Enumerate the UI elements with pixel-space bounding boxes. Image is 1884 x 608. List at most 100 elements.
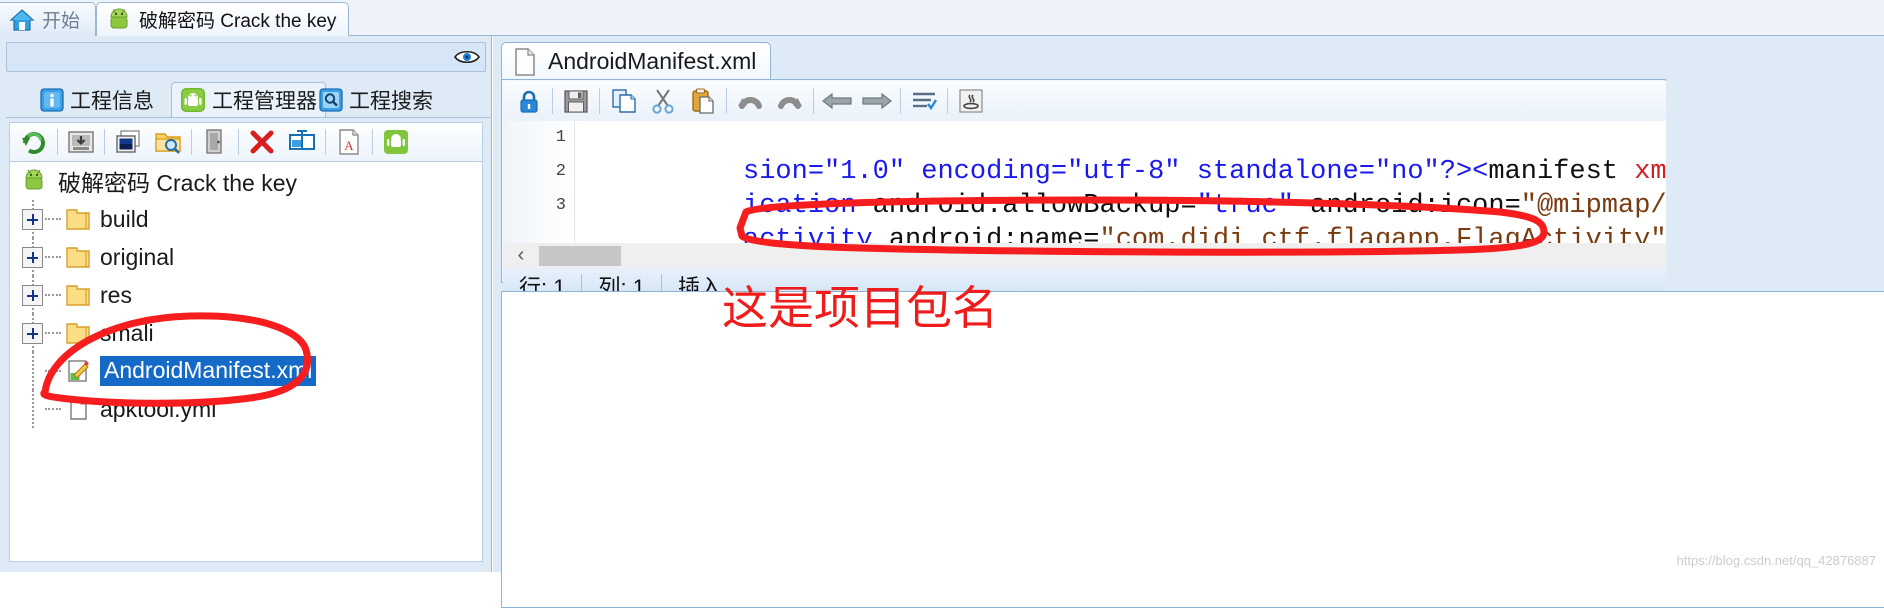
line-number: 1 [555,128,566,147]
undo-icon[interactable] [730,83,770,119]
code-token: xmln [1634,157,1666,187]
tree-expander-icon[interactable] [22,284,43,306]
home-icon [9,8,35,32]
scrollbar-thumb[interactable] [539,245,621,266]
app-tab-bar: 开始 破解密码 Crack the key [0,0,1884,36]
door-icon[interactable] [195,124,235,160]
left-panel: 工程信息 工程管理器 工程搜索 A 破解密码 Crack the key bui… [0,36,492,572]
search-icon [319,87,343,112]
line-number: 2 [555,162,566,181]
file-icon [64,396,92,422]
editor-horizontal-scrollbar[interactable]: ‹ [503,243,1666,268]
tree-row[interactable]: build [10,200,482,238]
tree-expander-icon[interactable] [22,208,43,230]
layout-icon[interactable] [282,124,322,160]
forward-icon[interactable] [857,83,897,119]
toolbar-separator [726,88,727,114]
tree-root-label: 破解密码 Crack the key [58,170,297,196]
svg-text:A: A [344,138,354,153]
xml-edit-icon [64,358,92,384]
folder-search-icon[interactable] [148,124,188,160]
code-token: "@mipmap/ic [1520,191,1666,221]
tree-row[interactable]: AndroidManifest.xml [10,352,482,390]
install-icon[interactable] [61,124,101,160]
folder-icon [64,282,92,308]
tree-guideline [45,332,61,334]
sidebar-tab-project-info-label: 工程信息 [70,89,154,113]
tree-row[interactable]: apktool.yml [10,390,482,428]
tree-guideline [32,352,34,390]
tree-node-label: smali [100,319,154,346]
toolbar-separator [325,129,326,155]
eye-icon[interactable] [453,46,481,68]
toolbar-separator [599,88,600,114]
tree-node-label: res [100,281,132,308]
tree-row[interactable]: smali [10,314,482,352]
lower-output-pane[interactable] [501,291,1884,608]
code-line: sion="1.0" encoding="utf-8" standalone="… [581,121,1666,187]
code-token: android:icon= [1293,191,1521,221]
tree-expander-icon[interactable] [22,246,43,268]
app-tab-project[interactable]: 破解密码 Crack the key [96,2,350,36]
toolbar-separator [191,129,192,155]
redo-icon[interactable] [770,83,810,119]
code-lines: sion="1.0" encoding="utf-8" standalone="… [581,121,1666,243]
copy-icon[interactable] [603,83,643,119]
lock-icon[interactable] [509,83,549,119]
paste-icon[interactable] [683,83,723,119]
image-icon[interactable] [108,124,148,160]
app-tab-home[interactable]: 开始 [0,2,96,36]
left-panel-header [6,42,486,72]
project-tree[interactable]: 破解密码 Crack the key build original res sm… [9,162,483,562]
tree-row[interactable]: res [10,276,482,314]
sidebar-tab-project-search-label: 工程搜索 [349,89,433,113]
app-tab-project-label: 破解密码 Crack the key [139,11,337,32]
format-icon[interactable] [904,83,944,119]
toolbar-separator [372,129,373,155]
code-token: manifest [1488,157,1618,187]
code-token: "1.0" [824,157,906,187]
android-icon [180,87,206,113]
line-number: 3 [555,196,566,215]
left-sub-tabs: 工程信息 工程管理器 工程搜索 [6,82,492,118]
sidebar-tab-project-info[interactable]: 工程信息 [32,82,162,117]
toolbar-separator [947,88,948,114]
text-file-icon[interactable]: A [329,124,369,160]
tree-row[interactable]: original [10,238,482,276]
refresh-icon[interactable] [14,124,54,160]
cut-icon[interactable] [643,83,683,119]
android-build-icon[interactable] [376,124,416,160]
back-icon[interactable] [817,83,857,119]
toolbar-separator [900,88,901,114]
sidebar-tab-project-manager[interactable]: 工程管理器 [171,82,326,117]
scroll-left-icon[interactable]: ‹ [503,243,539,268]
code-token: activity [743,225,873,243]
tree-guideline [32,390,34,428]
file-icon [512,47,538,77]
editor-frame: 1 2 3 sion="1.0" encoding="utf-8" standa… [501,79,1666,303]
save-icon[interactable] [556,83,596,119]
tree-row[interactable]: 破解密码 Crack the key [10,162,482,200]
app-tab-home-label: 开始 [42,11,81,32]
code-token: ?>< [1439,157,1489,187]
toolbar-separator [104,129,105,155]
tree-guideline [45,294,61,296]
sub-tabs-divider [6,117,492,118]
java-icon[interactable] [951,83,991,119]
line-number-gutter: 1 2 3 [503,121,575,243]
tree-expander-icon[interactable] [22,322,43,344]
toolbar-separator [552,88,553,114]
code-token: standalone= [1180,157,1375,187]
tree-node-label: original [100,243,175,270]
code-token: android:allowBackup= [856,191,1197,221]
delete-icon[interactable] [242,124,282,160]
code-token: sion= [743,157,825,187]
sidebar-tab-project-search[interactable]: 工程搜索 [311,82,441,117]
editor-tab-android-manifest[interactable]: AndroidManifest.xml [501,42,772,80]
tree-guideline [45,256,61,258]
toolbar-separator [813,88,814,114]
folder-icon [64,206,92,232]
code-editor[interactable]: 1 2 3 sion="1.0" encoding="utf-8" standa… [503,121,1666,243]
tree-node-label: apktool.yml [100,395,217,422]
code-token: encoding= [905,157,1068,187]
